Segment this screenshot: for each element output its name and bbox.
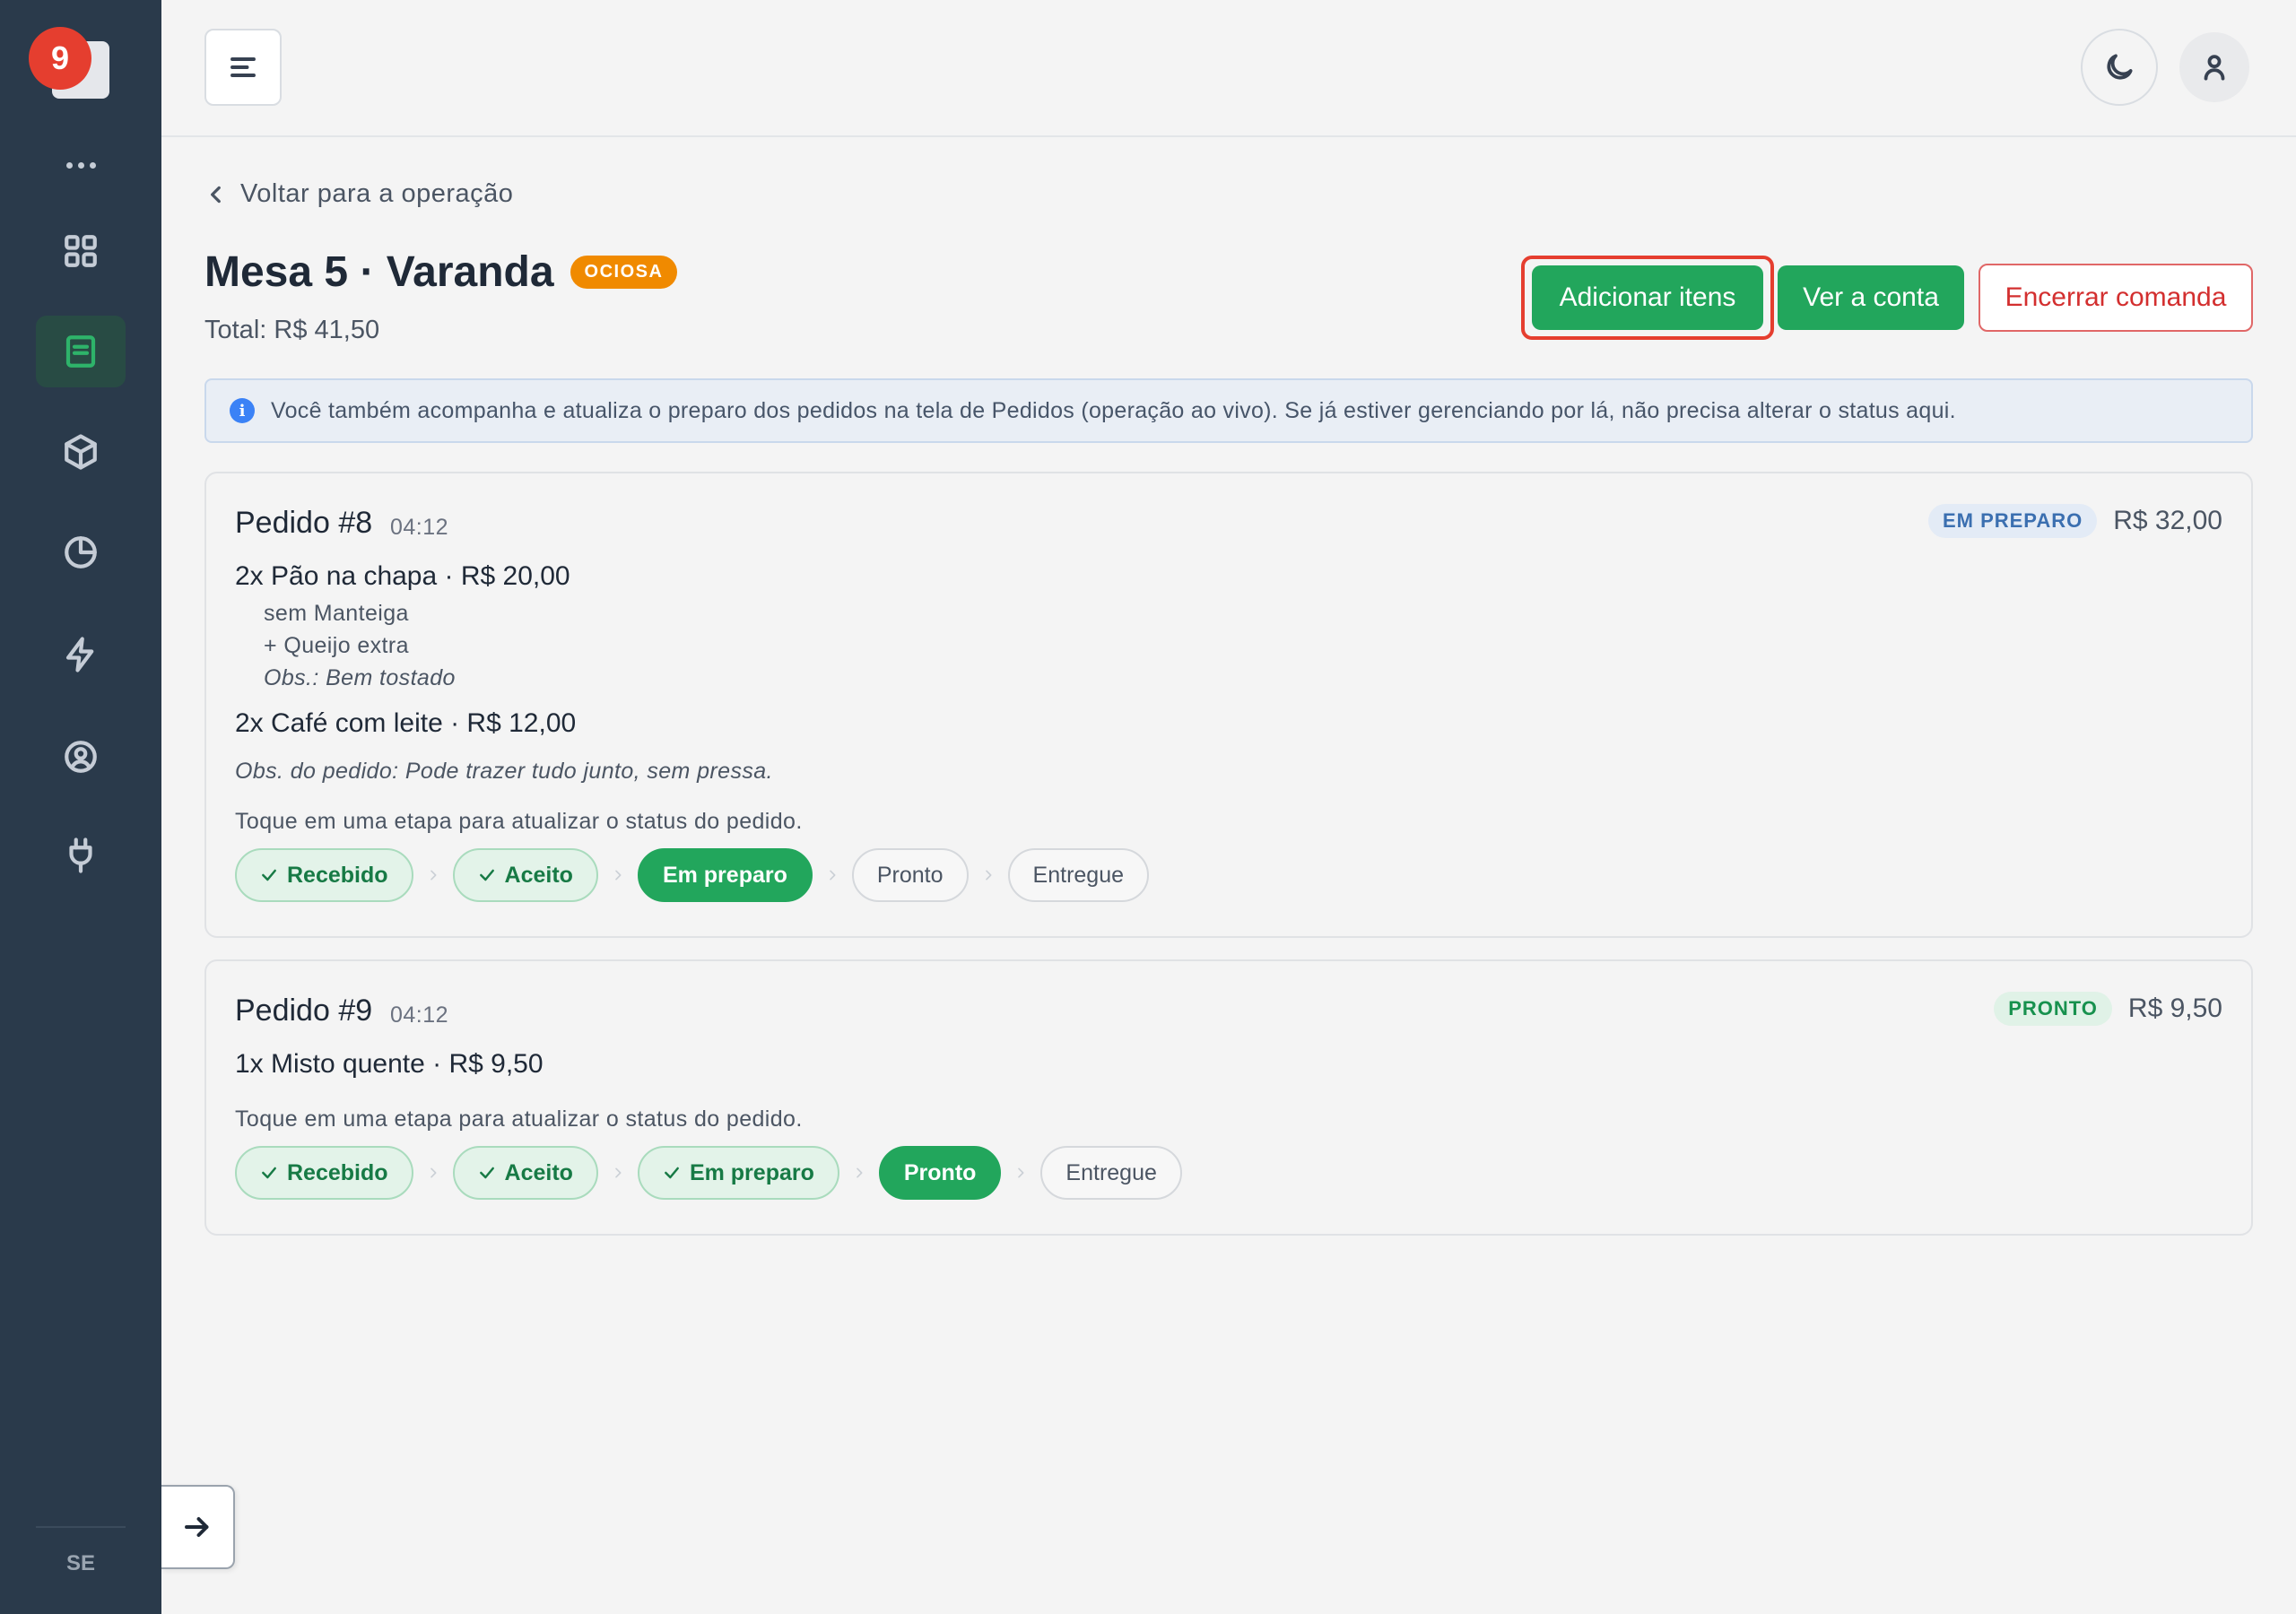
info-icon: i <box>230 398 255 423</box>
check-icon <box>665 1167 679 1179</box>
chevron-left-icon <box>211 186 221 203</box>
order-title: Pedido #8 <box>235 506 373 540</box>
expand-sidebar-button[interactable] <box>161 1485 235 1569</box>
step-entregue[interactable]: Entregue <box>1040 1146 1182 1200</box>
title-row: Mesa 5 · Varanda OCIOSA <box>204 247 678 297</box>
table-total: Total: R$ 41,50 <box>204 316 380 344</box>
info-banner: i Você também acompanha e atualiza o pre… <box>204 378 2253 443</box>
sidebar-divider <box>36 1526 126 1528</box>
back-link[interactable]: Voltar para a operação <box>204 179 513 209</box>
table-status-badge: OCIOSA <box>570 256 678 289</box>
order-time: 04:12 <box>390 1002 449 1028</box>
order-status-badge: PRONTO <box>1994 992 2112 1026</box>
order-item: 1x Misto quente · R$ 9,50 <box>235 1049 544 1079</box>
item-modifier: + Queijo extra <box>264 633 409 658</box>
more-icon[interactable] <box>36 143 126 187</box>
user-icon <box>2204 55 2225 81</box>
check-icon <box>262 1167 276 1179</box>
step-entregue[interactable]: Entregue <box>1007 848 1150 902</box>
sidebar-item-dashboard[interactable] <box>36 215 126 287</box>
view-bill-button[interactable]: Ver a conta <box>1778 265 1964 330</box>
sidebar-footer-initials: SE <box>65 1551 95 1575</box>
status-hint: Toque em uma etapa para atualizar o stat… <box>235 1106 803 1132</box>
menu-icon <box>230 57 256 77</box>
arrow-right-icon <box>185 1517 209 1537</box>
sidebar-item-integrations[interactable] <box>36 820 126 891</box>
page-title: Mesa 5 · Varanda <box>204 248 554 296</box>
order-status-badge: EM PREPARO <box>1927 504 2098 538</box>
step-pronto[interactable]: Pronto <box>851 848 969 902</box>
theme-toggle-button[interactable] <box>2081 29 2158 106</box>
user-circle-icon <box>65 741 97 773</box>
order-card: Pedido #9 04:12 PRONTO R$ 9,50 1x Misto … <box>204 959 2253 1236</box>
check-icon <box>479 869 494 881</box>
order-time: 04:12 <box>390 515 449 540</box>
plug-icon <box>69 837 92 873</box>
step-recebido[interactable]: Recebido <box>235 1146 413 1200</box>
chevron-right-icon <box>598 1166 638 1180</box>
sidebar: 9 SE <box>0 0 161 1614</box>
order-item: 2x Pão na chapa · R$ 20,00 <box>235 561 570 591</box>
step-em-preparo[interactable]: Em preparo <box>637 848 813 902</box>
order-card: Pedido #8 04:12 EM PREPARO R$ 32,00 2x P… <box>204 472 2253 938</box>
info-text: Você também acompanha e atualiza o prepa… <box>271 397 1956 423</box>
pie-chart-icon <box>65 536 97 568</box>
order-observation: Obs. do pedido: Pode trazer tudo junto, … <box>235 759 773 784</box>
step-recebido[interactable]: Recebido <box>235 848 413 902</box>
notification-badge[interactable]: 9 <box>29 27 91 90</box>
chevron-right-icon <box>598 868 638 882</box>
order-price: R$ 32,00 <box>2113 506 2222 535</box>
list-icon <box>65 335 96 368</box>
order-item: 2x Café com leite · R$ 12,00 <box>235 708 577 738</box>
step-aceito[interactable]: Aceito <box>452 1146 598 1200</box>
step-aceito[interactable]: Aceito <box>452 848 598 902</box>
chevron-right-icon <box>839 1166 879 1180</box>
status-hint: Toque em uma etapa para atualizar o stat… <box>235 809 803 834</box>
order-title: Pedido #9 <box>235 994 373 1028</box>
box-icon <box>65 434 97 470</box>
item-modifier: sem Manteiga <box>264 601 409 626</box>
chevron-right-icon <box>1001 1166 1040 1180</box>
chevron-right-icon <box>413 868 453 882</box>
sidebar-item-products[interactable] <box>36 416 126 488</box>
chevron-right-icon <box>813 868 852 882</box>
order-price: R$ 9,50 <box>2127 994 2222 1023</box>
grid-icon <box>65 235 97 267</box>
moon-icon <box>2107 54 2133 80</box>
step-pronto[interactable]: Pronto <box>878 1146 1002 1200</box>
sidebar-item-automations[interactable] <box>36 619 126 690</box>
status-stepper: Recebido Aceito Em preparo Pronto Entreg… <box>235 1146 1182 1200</box>
order-summary: PRONTO R$ 9,50 <box>1994 992 2222 1026</box>
order-summary: EM PREPARO R$ 32,00 <box>1927 504 2222 538</box>
status-stepper: Recebido Aceito Em preparo Pronto Entreg… <box>235 848 1150 902</box>
chevron-right-icon <box>969 868 1008 882</box>
add-items-button[interactable]: Adicionar itens <box>1532 265 1763 330</box>
check-icon <box>262 869 276 881</box>
back-link-label: Voltar para a operação <box>240 179 514 208</box>
close-tab-button[interactable]: Encerrar comanda <box>1979 264 2253 332</box>
item-observation: Obs.: Bem tostado <box>264 665 456 690</box>
sidebar-item-users[interactable] <box>36 721 126 793</box>
step-em-preparo[interactable]: Em preparo <box>637 1146 839 1200</box>
lightning-icon <box>65 637 94 672</box>
sidebar-item-reports[interactable] <box>36 516 126 588</box>
sidebar-item-orders[interactable] <box>36 316 126 387</box>
chevron-right-icon <box>413 1166 453 1180</box>
menu-button[interactable] <box>204 29 282 106</box>
user-menu-button[interactable] <box>2179 32 2249 102</box>
top-header <box>161 0 2296 137</box>
check-icon <box>479 1167 494 1179</box>
